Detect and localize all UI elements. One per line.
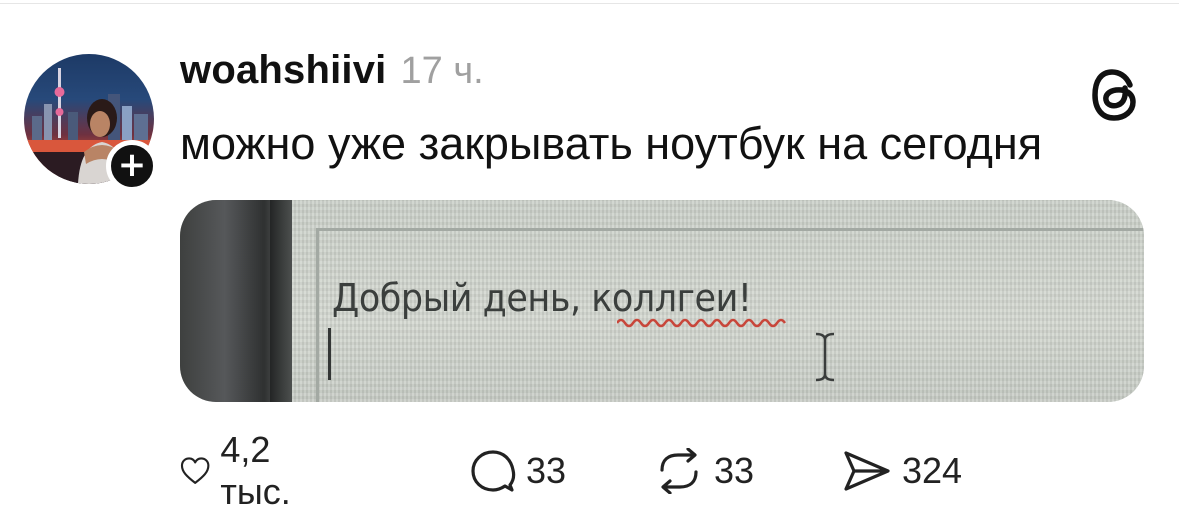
- plus-icon: +: [117, 144, 147, 185]
- ibeam-cursor-icon: [815, 332, 835, 382]
- share-count: 324: [902, 450, 963, 491]
- like-count: 4,2 тыс.: [220, 429, 291, 512]
- repost-button[interactable]: 33: [654, 446, 754, 496]
- laptop-bezel-edge: [270, 200, 292, 402]
- repost-arrows-icon: [660, 448, 698, 494]
- reply-button[interactable]: 33: [470, 446, 566, 496]
- post-header: woahshiivi 17 ч.: [180, 48, 484, 100]
- spellcheck-underline: [617, 318, 787, 328]
- thread-post: + woahshiivi 17 ч. можно уже закрывать н…: [0, 0, 1179, 527]
- heart-icon: [180, 457, 210, 484]
- like-button[interactable]: 4,2 тыс.: [180, 429, 306, 512]
- post-text: можно уже закрывать ноутбук на сегодня: [180, 118, 1043, 169]
- post-time: 17 ч.: [400, 50, 484, 92]
- paper-plane-icon: [844, 451, 890, 491]
- share-button[interactable]: 324: [842, 446, 962, 496]
- top-divider: [0, 3, 1179, 4]
- comment-bubble-icon: [471, 450, 516, 492]
- reply-count: 33: [526, 450, 567, 491]
- username[interactable]: woahshiivi: [180, 48, 387, 93]
- text-caret: [328, 328, 331, 380]
- threads-logo-icon[interactable]: [1090, 68, 1140, 122]
- repost-count: 33: [714, 450, 755, 491]
- document-text: Добрый день, коллгеи!: [332, 276, 752, 320]
- post-image[interactable]: Добрый день, коллгеи!: [180, 200, 1144, 402]
- follow-button[interactable]: +: [106, 140, 158, 192]
